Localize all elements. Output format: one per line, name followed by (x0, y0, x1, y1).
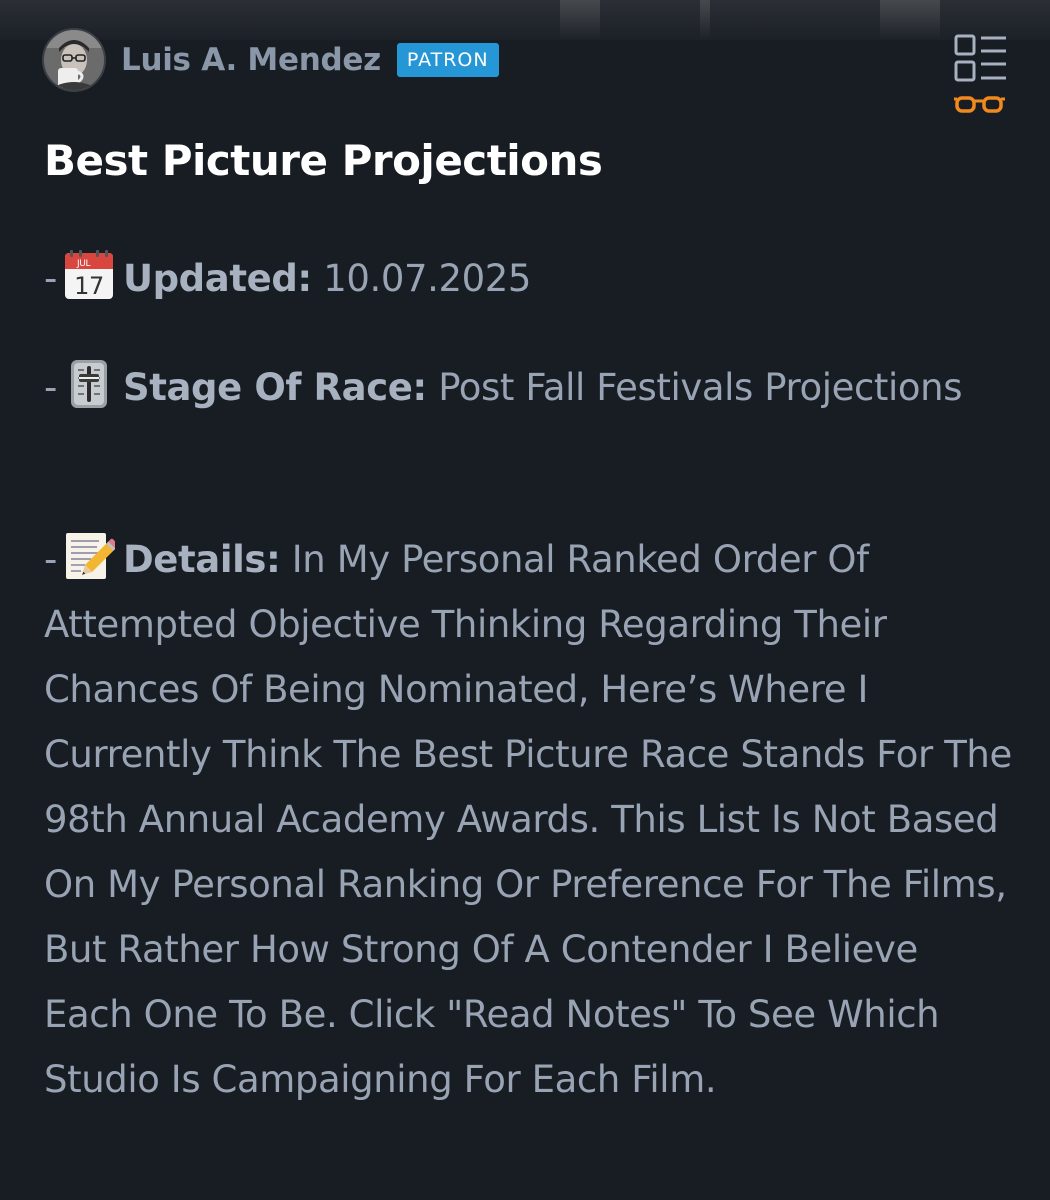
stage-value: Post Fall Festivals Projections (438, 366, 963, 409)
post-title: Best Picture Projections (44, 136, 603, 185)
reader-view-button[interactable] (953, 34, 1009, 118)
updated-line: - JUL 17 Updated: 10.07.2025 (44, 246, 1014, 311)
stage-label: Stage Of Race: (122, 366, 427, 409)
post-page: Luis A. Mendez PATRON Best Picture Proje… (0, 0, 1050, 1200)
bullet-dash: - (44, 366, 57, 409)
calendar-icon: JUL 17 (64, 250, 113, 300)
details-label: Details: (122, 538, 281, 581)
avatar[interactable] (42, 28, 106, 92)
svg-text:17: 17 (74, 272, 104, 300)
avatar-photo (44, 30, 104, 90)
patron-badge: PATRON (396, 43, 499, 77)
stage-line: - Stage Of Race: Post Fall Festivals Pro… (44, 355, 1014, 420)
level-slider-icon (70, 360, 107, 408)
author-name[interactable]: Luis A. Mendez (121, 42, 381, 78)
reader-view-list-glasses-icon (954, 34, 1006, 113)
details-value: In My Personal Ranked Order Of Attempted… (44, 538, 1012, 1101)
bullet-dash: - (44, 257, 57, 300)
svg-text:JUL: JUL (76, 259, 90, 269)
details-line: - Details: In My Personal Ranked Order O… (44, 527, 1014, 1112)
updated-value: 10.07.2025 (323, 257, 532, 300)
updated-label: Updated: (122, 257, 312, 300)
post-author-header: Luis A. Mendez PATRON (42, 27, 499, 93)
memo-pencil-icon (65, 533, 115, 579)
bullet-dash: - (44, 538, 57, 581)
